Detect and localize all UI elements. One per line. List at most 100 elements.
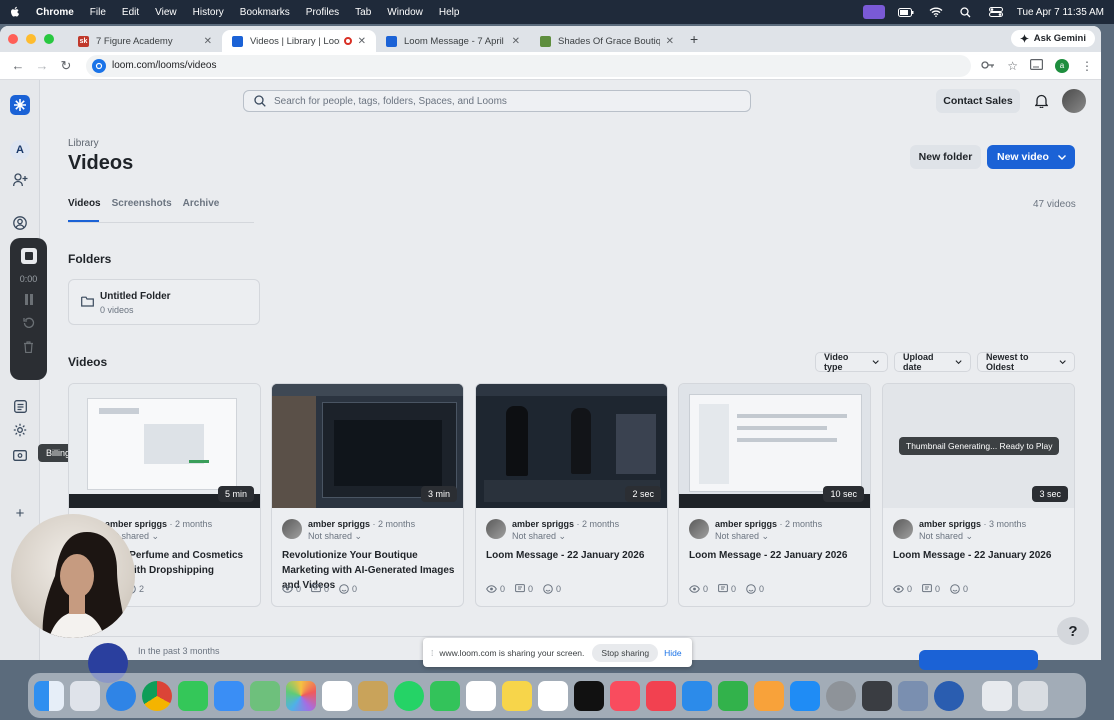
video-type-filter[interactable]: Video type [815, 352, 888, 372]
video-title[interactable]: Loom Message - 22 January 2026 [893, 548, 1069, 563]
freeform-icon[interactable] [538, 680, 568, 711]
chrome-icon[interactable] [142, 680, 172, 711]
calendar-icon[interactable] [322, 680, 352, 711]
tab-screenshots[interactable]: Screenshots [112, 198, 172, 209]
reminders-icon[interactable] [466, 680, 496, 711]
keynote-icon[interactable] [682, 680, 712, 711]
video-card[interactable]: 10 sec amber spriggs · 2 months Not shar… [678, 383, 871, 607]
photos-icon[interactable] [286, 680, 316, 711]
zoom-window-button[interactable] [44, 34, 54, 44]
bookmark-star-icon[interactable]: ☆ [1007, 59, 1018, 73]
menubar-clock[interactable]: Tue Apr 7 11:35 AM [1017, 7, 1104, 18]
system-settings-icon[interactable] [826, 680, 856, 711]
cast-icon[interactable] [1030, 58, 1044, 73]
video-card[interactable]: 3 min amber spriggs · 2 months Not share… [271, 383, 464, 607]
folder-card[interactable]: Untitled Folder 0 videos [68, 279, 260, 325]
screen-record-icon[interactable] [862, 5, 885, 19]
add-member-icon[interactable] [10, 170, 30, 190]
facetime-icon[interactable] [430, 680, 460, 711]
calculator-icon[interactable] [862, 680, 892, 711]
menu-help[interactable]: Help [439, 7, 460, 18]
pages-icon[interactable] [754, 680, 784, 711]
menu-edit[interactable]: Edit [122, 7, 139, 18]
menu-profiles[interactable]: Profiles [306, 7, 339, 18]
app-store-icon[interactable] [790, 680, 820, 711]
menu-bookmarks[interactable]: Bookmarks [240, 7, 290, 18]
video-thumbnail[interactable]: 3 min [272, 384, 463, 508]
new-folder-button[interactable]: New folder [910, 145, 981, 169]
add-icon[interactable]: + [10, 503, 30, 523]
upload-date-filter[interactable]: Upload date [894, 352, 971, 372]
video-thumbnail[interactable]: Thumbnail Generating... Ready to Play 3 … [883, 384, 1074, 508]
close-tab-icon[interactable]: ✕ [512, 36, 520, 47]
video-card[interactable]: Thumbnail Generating... Ready to Play 3 … [882, 383, 1075, 607]
site-info-icon[interactable] [92, 58, 106, 73]
ask-gemini-button[interactable]: Ask Gemini [1010, 30, 1095, 47]
browser-tab-7-figure-academy[interactable]: sk 7 Figure Academy ✕ [68, 30, 222, 52]
maps-icon[interactable] [250, 680, 280, 711]
wifi-icon[interactable] [927, 6, 945, 18]
share-status-dropdown[interactable]: Not shared ⌄ [308, 531, 362, 542]
new-video-button[interactable]: New video [987, 145, 1075, 169]
webcam-bubble[interactable] [11, 514, 135, 638]
notifications-bell-icon[interactable] [1032, 92, 1050, 110]
new-tab-button[interactable]: + [690, 31, 698, 47]
pause-icon[interactable] [24, 294, 34, 307]
close-tab-icon[interactable]: ✕ [358, 36, 366, 47]
news-icon[interactable] [646, 680, 676, 711]
video-thumbnail[interactable]: 10 sec [679, 384, 870, 508]
battery-icon[interactable] [897, 6, 915, 18]
menu-file[interactable]: File [90, 7, 106, 18]
contact-sales-button[interactable]: Contact Sales [936, 89, 1020, 113]
menu-window[interactable]: Window [387, 7, 423, 18]
video-card[interactable]: 2 sec amber spriggs · 2 months Not share… [475, 383, 668, 607]
menu-history[interactable]: History [193, 7, 224, 18]
browser-tab-loom-videos[interactable]: Videos | Library | Loom ✕ [222, 30, 376, 52]
workspace-avatar[interactable]: A [10, 140, 30, 160]
share-status-dropdown[interactable]: Not shared ⌄ [919, 531, 973, 542]
minimize-window-button[interactable] [26, 34, 36, 44]
tab-videos[interactable]: Videos [68, 198, 101, 209]
video-title[interactable]: Loom Message - 22 January 2026 [486, 548, 662, 563]
launchpad-icon[interactable] [70, 680, 100, 711]
video-title[interactable]: Loom Message - 22 January 2026 [689, 548, 865, 563]
breadcrumb[interactable]: Library [68, 138, 99, 149]
safari-icon[interactable] [106, 680, 136, 711]
video-thumbnail[interactable]: 5 min [69, 384, 260, 508]
menu-tab[interactable]: Tab [355, 7, 371, 18]
url-field[interactable]: loom.com/looms/videos [86, 54, 972, 77]
apple-icon[interactable] [10, 6, 20, 18]
control-center-icon[interactable] [987, 6, 1005, 18]
profile-avatar-icon[interactable]: a [1055, 58, 1069, 73]
loom-logo-icon[interactable] [10, 95, 30, 115]
tab-archive[interactable]: Archive [183, 198, 220, 209]
search-input[interactable]: Search for people, tags, folders, Spaces… [243, 90, 751, 112]
close-tab-icon[interactable]: ✕ [666, 36, 674, 47]
mail-icon[interactable] [214, 680, 244, 711]
music-icon[interactable] [610, 680, 640, 711]
browser-tab-loom-message[interactable]: Loom Message - 7 April 2026 ✕ [376, 30, 530, 52]
downloads-folder-icon[interactable] [982, 680, 1012, 711]
close-tab-icon[interactable]: ✕ [204, 36, 212, 47]
apple-tv-icon[interactable] [574, 680, 604, 711]
help-button[interactable]: ? [1057, 617, 1089, 645]
hide-notice-button[interactable]: Hide [664, 648, 681, 658]
browser-tab-shades-of-grace[interactable]: Shades Of Grace Boutique - S ✕ [530, 30, 684, 52]
whatsapp-icon[interactable] [394, 680, 424, 711]
delete-trash-icon[interactable] [23, 341, 34, 355]
section-action-button[interactable] [919, 650, 1038, 670]
share-status-dropdown[interactable]: Not shared ⌄ [512, 531, 566, 542]
video-thumbnail[interactable]: 2 sec [476, 384, 667, 508]
library-icon[interactable] [10, 396, 30, 416]
stop-sharing-button[interactable]: Stop sharing [592, 643, 659, 662]
password-key-icon[interactable] [981, 59, 995, 73]
billing-icon[interactable] [10, 445, 30, 465]
stop-recording-button[interactable] [20, 248, 37, 264]
preview-icon[interactable] [898, 680, 928, 711]
finder-icon[interactable] [34, 680, 64, 711]
sort-order-filter[interactable]: Newest to Oldest [977, 352, 1075, 372]
restart-icon[interactable] [22, 317, 35, 331]
more-options-icon[interactable]: ⋮ [1081, 59, 1093, 73]
notes-icon[interactable] [502, 680, 532, 711]
messages-icon[interactable] [178, 680, 208, 711]
